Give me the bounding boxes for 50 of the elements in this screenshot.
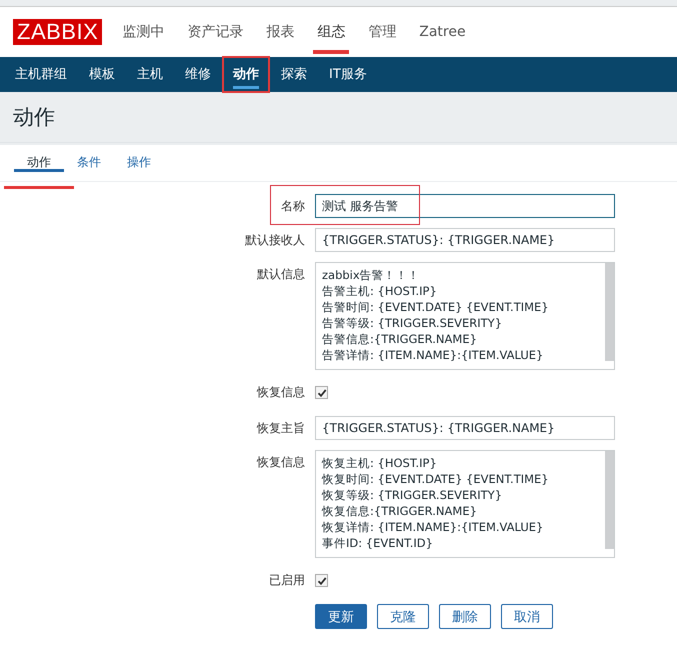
form-button[interactable]: 克隆 [377,604,429,629]
main-menu-item[interactable]: 管理 [358,14,406,50]
tab[interactable]: 条件 [64,155,114,169]
submenu-item[interactable]: 主机群组 [6,58,76,91]
field-label: 恢复主旨 [257,420,305,437]
message-line: 告警等级: {TRIGGER.SEVERITY} [322,315,504,331]
tab[interactable]: 动作 [14,155,64,172]
text-field[interactable]: {TRIGGER.STATUS}: {TRIGGER.NAME} [315,416,615,440]
submenu-item[interactable]: IT服务 [320,58,376,91]
message-line: 告警时间: {EVENT.DATE} {EVENT.TIME} [322,299,550,315]
field-label: 默认接收人 [245,232,305,249]
main-menu-item[interactable]: 资产记录 [177,14,254,50]
message-line: 告警信息:{TRIGGER.NAME} [322,331,478,347]
submenu-item[interactable]: 维修 [176,58,220,91]
submenu-item[interactable]: 动作 [224,58,268,91]
tab[interactable]: 操作 [114,155,164,169]
zabbix-logo[interactable]: ZABBIX [13,19,102,45]
text-field[interactable]: {TRIGGER.STATUS}: {TRIGGER.NAME} [315,228,615,252]
message-line: 恢复详情: {ITEM.NAME}:{ITEM.VALUE} [322,519,544,535]
main-menu-item[interactable]: Zatree [409,14,476,50]
form-button[interactable]: 取消 [501,604,553,629]
field-label: 默认信息 [257,266,305,283]
form-button[interactable]: 更新 [315,604,367,629]
text-area[interactable]: zabbix告警！！！ 告警主机: {HOST.IP} 告警时间: {EVENT.DATE} {EVENT.TIME} 告警等级: {TRIGGER.SEVERITY} 告警信息:{TRIGGER.NAME} 告警详情: {ITEM.NAME}:{ITEM.VALUE} [315,262,615,370]
message-line: 告警主机: {HOST.IP} [322,283,438,299]
main-menu-item[interactable]: 报表 [256,14,304,50]
field-label: 恢复信息 [257,454,305,471]
text-area[interactable]: 恢复主机: {HOST.IP} 恢复时间: {EVENT.DATE} {EVENT.TIME} 恢复等级: {TRIGGER.SEVERITY} 恢复信息:{TRIGGER.NAME} 恢复详情: {ITEM.NAME}:{ITEM.VALUE} 事件ID: {EVENT.ID} [315,450,615,558]
field-label: 恢复信息 [257,384,305,400]
submenu-item[interactable]: 模板 [80,58,124,91]
message-line: zabbix告警！！！ [322,267,421,283]
checkbox[interactable] [315,574,328,587]
field-label: 已启用 [269,572,305,588]
main-menu-item[interactable]: 监测中 [112,14,174,50]
checkbox[interactable] [315,386,328,399]
form-button[interactable]: 删除 [439,604,491,629]
message-line: 告警详情: {ITEM.NAME}:{ITEM.VALUE} [322,347,544,363]
page-title: 动作 [13,104,55,131]
message-line: 恢复时间: {EVENT.DATE} {EVENT.TIME} [322,471,550,487]
scrollbar[interactable] [605,451,614,549]
field-label: 名称 [281,198,305,215]
message-line: 恢复主机: {HOST.IP} [322,455,438,471]
message-line: 恢复信息:{TRIGGER.NAME} [322,503,478,519]
message-line: 恢复等级: {TRIGGER.SEVERITY} [322,487,504,503]
scrollbar[interactable] [605,263,614,361]
highlight-underline [4,186,74,189]
submenu-item[interactable]: 探索 [272,58,316,91]
submenu-item[interactable]: 主机 [128,58,172,91]
text-field[interactable]: 测试 服务告警 [315,194,615,218]
message-line: 事件ID: {EVENT.ID} [322,535,434,551]
